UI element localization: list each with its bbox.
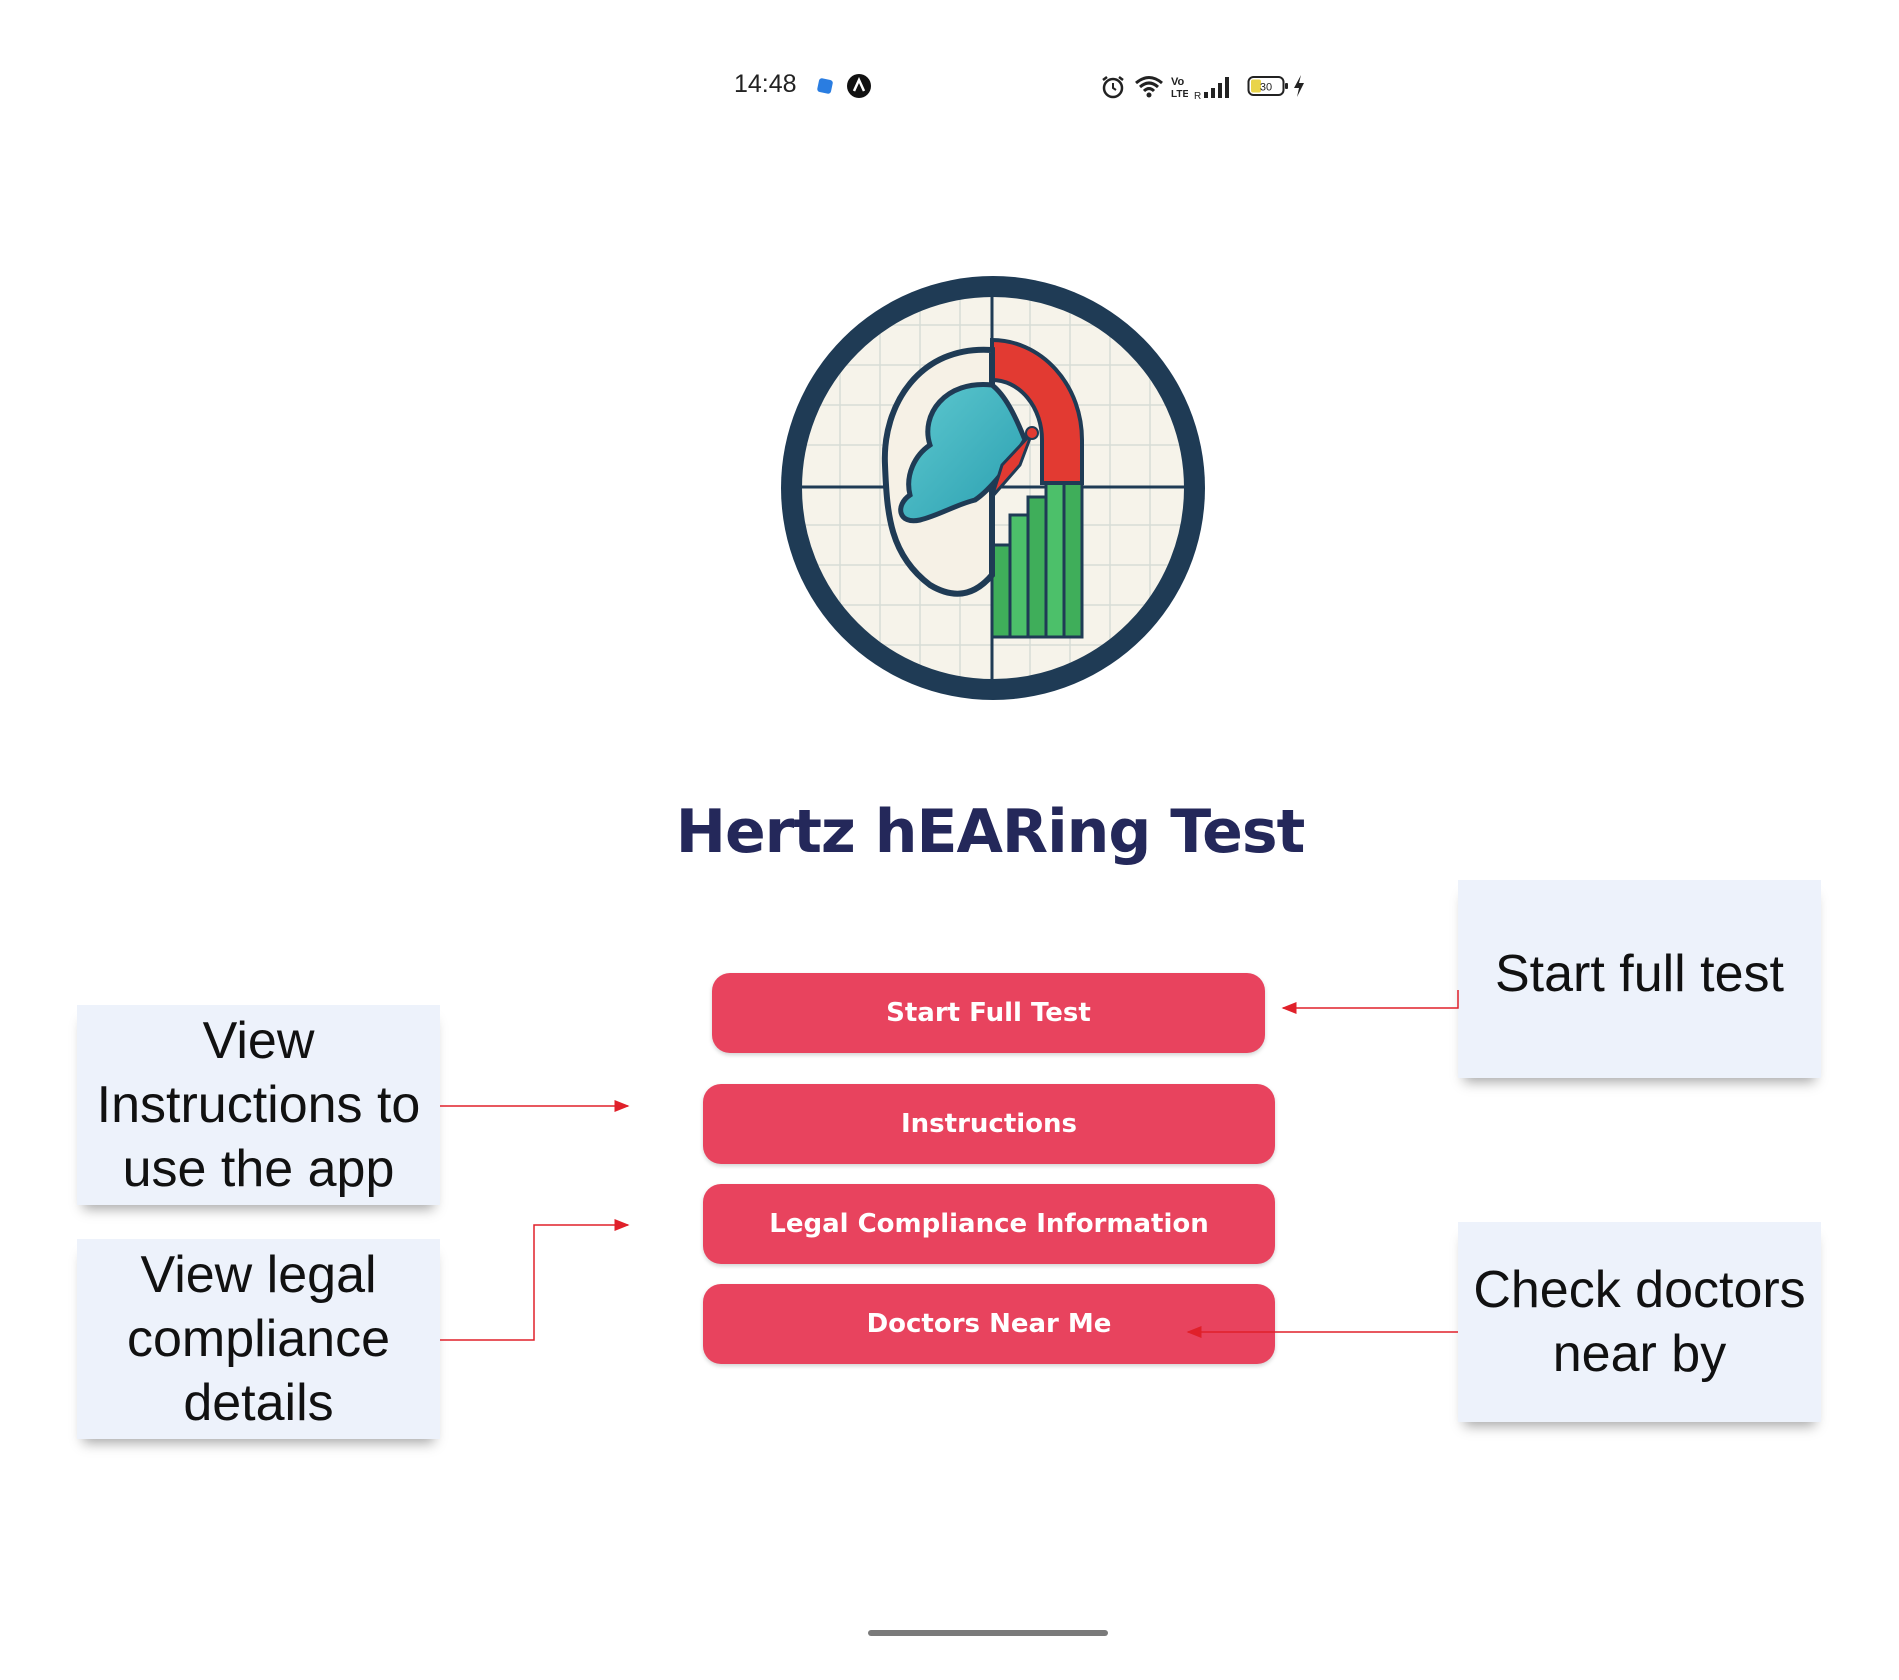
legal-compliance-button[interactable]: Legal Compliance Information [703,1184,1275,1264]
status-time: 14:48 [734,70,797,98]
callout-start-full-test: Start full test [1458,880,1821,1078]
instructions-button[interactable]: Instructions [703,1084,1275,1164]
charging-icon [1294,75,1304,97]
svg-text:R: R [1194,91,1201,100]
signal-icon: R [1194,77,1229,100]
app-title: Hertz hEARing Test [675,797,1306,867]
callout-instructions: View Instructions to use the app [77,1005,440,1205]
arrow-start [1281,990,1459,1014]
ear-audiogram-logo-icon [781,276,1205,700]
svg-text:Vo: Vo [1171,76,1185,88]
battery-icon: 30 [1247,76,1288,96]
doctors-near-me-button[interactable]: Doctors Near Me [703,1284,1275,1364]
battery-level: 30 [1260,82,1272,94]
start-full-test-button[interactable]: Start Full Test [712,973,1265,1053]
volte-icon: Vo LTE [1171,76,1188,100]
home-indicator[interactable] [868,1630,1108,1636]
callout-legal-compliance: View legal compliance details [77,1239,440,1439]
svg-text:LTE: LTE [1171,89,1188,100]
a-circle-icon [847,74,871,98]
alarm-icon [1102,76,1124,99]
callout-doctors-near-by: Check doctors near by [1458,1222,1821,1422]
wifi-icon [1135,76,1163,98]
arrow-legal [440,1219,630,1341]
app-notification-icon [817,78,833,94]
